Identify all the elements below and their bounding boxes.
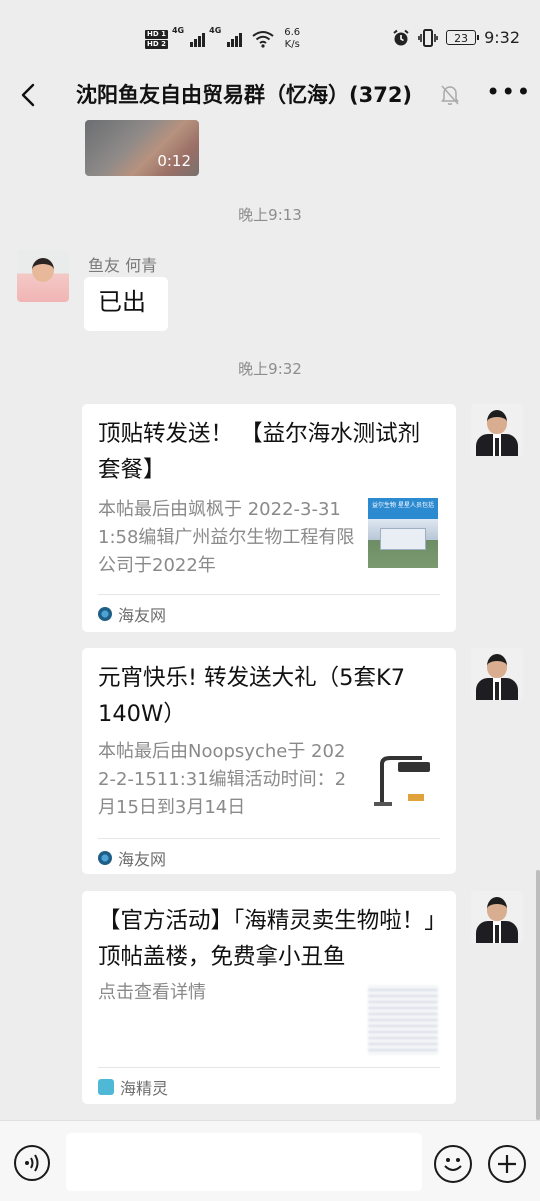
video-duration: 0:12 bbox=[157, 152, 191, 170]
network-type-1: 4G bbox=[171, 26, 185, 35]
avatar[interactable] bbox=[17, 250, 69, 302]
card-thumbnail bbox=[368, 744, 438, 814]
source-logo-icon bbox=[98, 607, 112, 621]
avatar[interactable] bbox=[471, 648, 523, 700]
avatar-head bbox=[487, 654, 507, 678]
alarm-icon bbox=[393, 29, 409, 45]
back-arrow-icon[interactable] bbox=[14, 78, 44, 112]
avatar-head bbox=[487, 410, 507, 434]
status-time: 9:32 bbox=[484, 28, 520, 47]
card-title: 元宵快乐! 转发送大礼（5套K7 140W） bbox=[98, 665, 406, 727]
avatar[interactable] bbox=[471, 404, 523, 456]
card-divider bbox=[98, 838, 440, 839]
text-message-bubble[interactable]: 已出 bbox=[84, 277, 168, 331]
smiley-face-icon bbox=[444, 1158, 462, 1171]
chat-title: 沈阳鱼友自由贸易群（忆海）(372) bbox=[76, 83, 413, 107]
hd2-badge: HD 2 bbox=[145, 39, 168, 49]
source-logo-icon bbox=[98, 1079, 114, 1095]
speed-unit: K/s bbox=[284, 39, 300, 50]
avatar[interactable] bbox=[471, 891, 523, 943]
chat-header: 沈阳鱼友自由贸易群（忆海）(372) ••• bbox=[0, 70, 540, 120]
avatar-tie bbox=[495, 682, 499, 700]
source-name: 海精灵 bbox=[120, 1079, 169, 1098]
card-description: 点击查看详情 bbox=[98, 982, 206, 1003]
emoji-icon[interactable] bbox=[434, 1145, 472, 1183]
battery-icon: 23 bbox=[446, 30, 480, 45]
hd-badges: HD 1 HD 2 bbox=[145, 29, 168, 49]
aquarium-lamp-icon bbox=[374, 756, 430, 806]
avatar-face bbox=[32, 258, 54, 282]
sender-name: 鱼友 何青 bbox=[88, 256, 158, 275]
card-divider bbox=[98, 594, 440, 595]
card-title: 顶贴转发送！ 【益尔海水测试剂套餐】 bbox=[98, 421, 421, 483]
voice-icon[interactable] bbox=[14, 1145, 50, 1181]
card-thumbnail bbox=[368, 985, 438, 1055]
status-right: 23 9:32 bbox=[392, 28, 520, 47]
card-source: 海友网 bbox=[98, 846, 166, 870]
plus-sign-icon bbox=[498, 1155, 516, 1173]
plus-icon[interactable] bbox=[488, 1145, 526, 1183]
card-divider bbox=[98, 1067, 440, 1068]
time-divider: 晚上9:32 bbox=[238, 360, 302, 378]
voice-waves-icon bbox=[25, 1154, 39, 1172]
source-name: 海友网 bbox=[118, 850, 167, 869]
hd1-badge: HD 1 bbox=[145, 29, 168, 39]
card-description: 本帖最后由Noopsyche于 2022-2-1511:31编辑活动时间：2月1… bbox=[98, 741, 347, 818]
status-bar: HD 1 HD 2 4G 4G 6.6 K/s 23 9:32 bbox=[0, 0, 540, 70]
source-name: 海友网 bbox=[118, 606, 167, 625]
link-card[interactable]: 【官方活动】「海精灵卖生物啦！」顶帖盖楼，免费拿小丑鱼 点击查看详情 海精灵 bbox=[82, 891, 456, 1104]
avatar-head bbox=[487, 897, 507, 921]
source-logo-icon bbox=[98, 851, 112, 865]
card-thumbnail: 益尔生物 星星人员包括 bbox=[368, 498, 438, 568]
signal-icon-1 bbox=[190, 31, 206, 47]
speed-value: 6.6 bbox=[284, 27, 301, 38]
vibrate-icon bbox=[418, 28, 438, 47]
avatar-tie bbox=[495, 925, 499, 943]
video-message[interactable]: 0:12 bbox=[85, 120, 199, 176]
thumbnail-building bbox=[380, 528, 426, 550]
link-card[interactable]: 元宵快乐! 转发送大礼（5套K7 140W） 本帖最后由Noopsyche于 2… bbox=[82, 648, 456, 874]
card-title: 【官方活动】「海精灵卖生物啦！」顶帖盖楼，免费拿小丑鱼 bbox=[98, 908, 436, 970]
network-type-2: 4G bbox=[209, 26, 222, 35]
time-divider: 晚上9:13 bbox=[238, 206, 302, 224]
network-speed: 6.6 K/s bbox=[284, 27, 300, 51]
avatar-tie bbox=[495, 438, 499, 456]
signal-icon-2 bbox=[227, 31, 243, 47]
card-source: 海精灵 bbox=[98, 1075, 168, 1099]
card-source: 海友网 bbox=[98, 602, 166, 626]
input-bar bbox=[0, 1120, 540, 1201]
status-left: HD 1 HD 2 4G 4G 6.6 K/s bbox=[145, 24, 300, 54]
more-dots-icon[interactable]: ••• bbox=[486, 80, 530, 108]
link-card[interactable]: 顶贴转发送！ 【益尔海水测试剂套餐】 本帖最后由飒枫于 2022-3-311:5… bbox=[82, 404, 456, 632]
bell-muted-icon bbox=[441, 85, 459, 105]
message-list[interactable]: 0:12 晚上9:13 鱼友 何青 已出 晚上9:32 顶贴转发送！ 【益尔海水… bbox=[0, 120, 540, 1120]
thumbnail-caption: 益尔生物 星星人员包括 bbox=[372, 502, 434, 509]
message-input[interactable] bbox=[66, 1133, 422, 1191]
scrollbar-thumb[interactable] bbox=[536, 870, 540, 1120]
wifi-icon bbox=[252, 31, 274, 48]
card-description: 本帖最后由飒枫于 2022-3-311:58编辑广州益尔生物工程有限公司于202… bbox=[98, 499, 355, 576]
